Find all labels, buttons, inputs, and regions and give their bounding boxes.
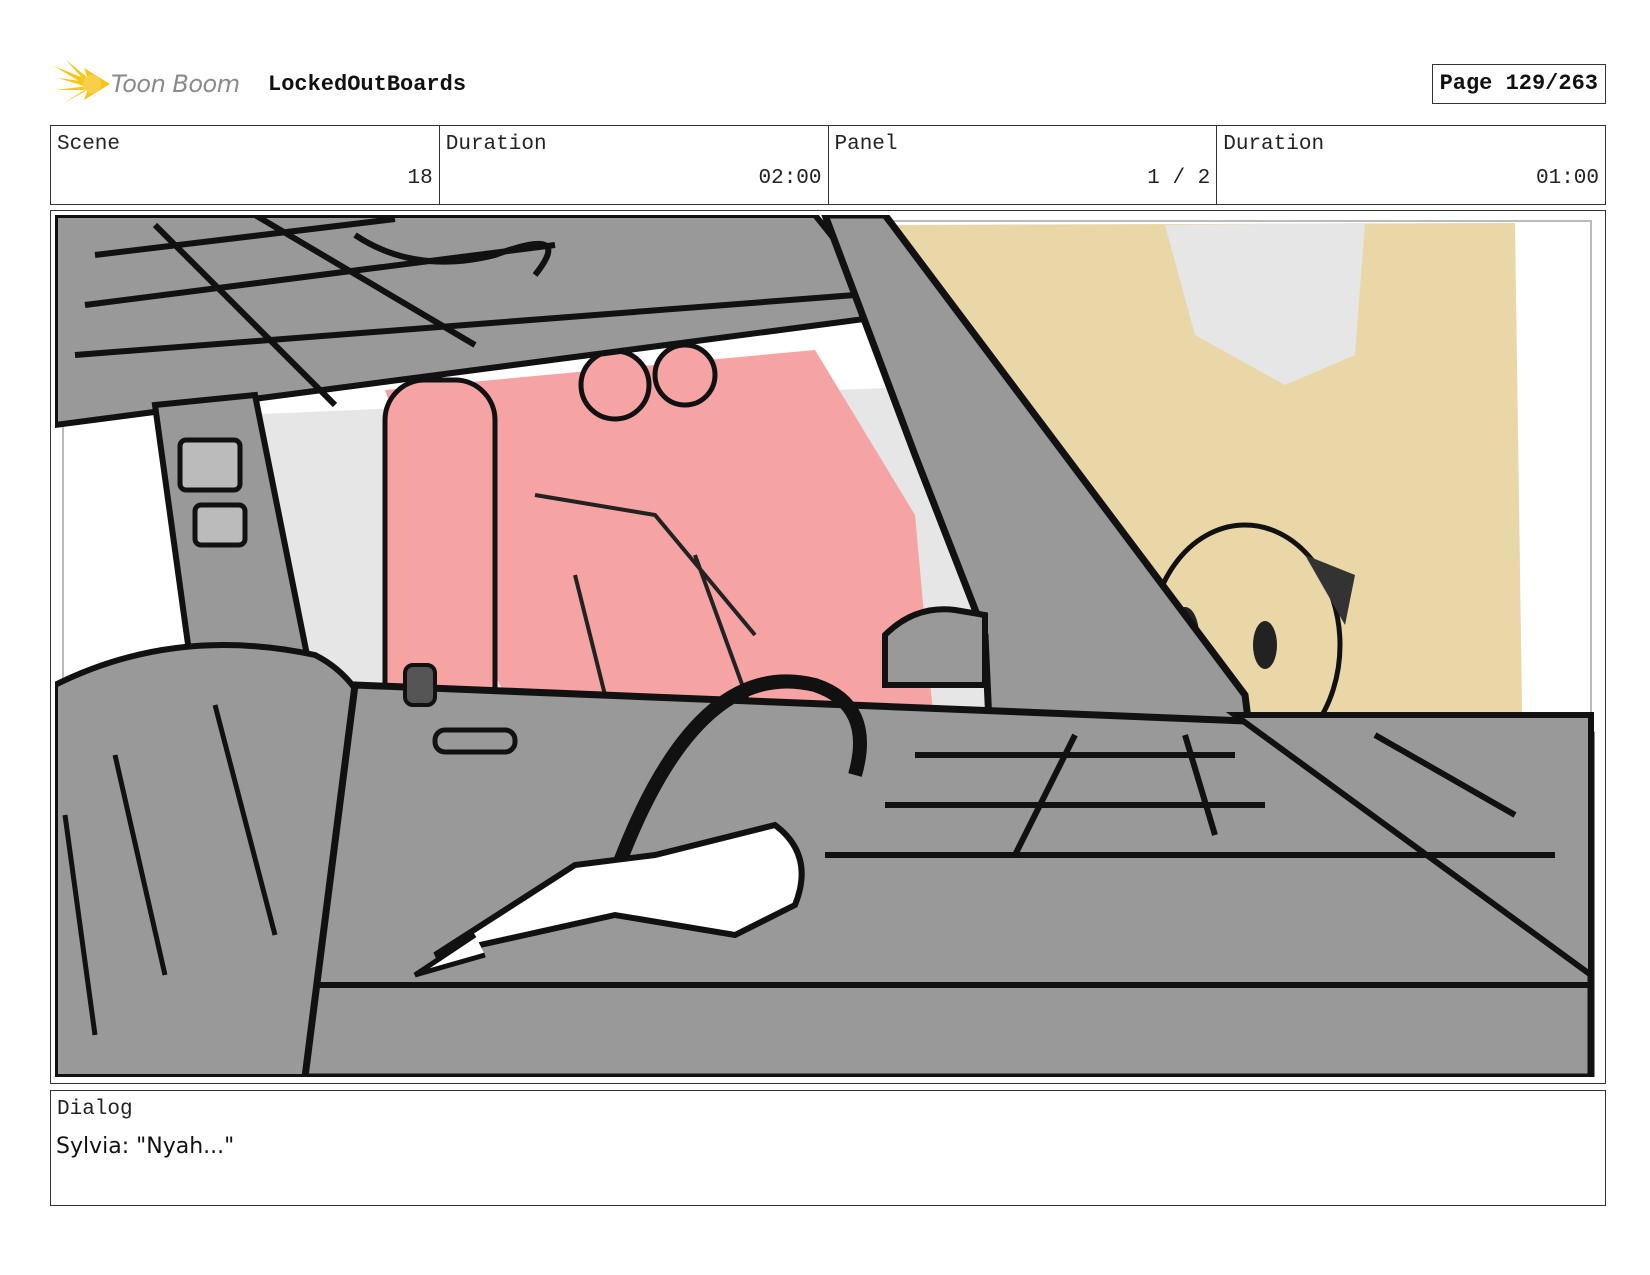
panel-value: 1 / 2 [1147,167,1211,190]
scene-value: 18 [407,167,433,190]
dialog-box: Dialog Sylvia: "Nyah..." [50,1090,1606,1206]
scene-info-table: Scene 18 Duration 02:00 Panel 1 / 2 Dura… [50,125,1606,205]
toon-boom-logo: Toon Boom [54,60,249,108]
page-header: Toon Boom LockedOutBoards Page 129/263 [50,56,1606,106]
dialog-text: Sylvia: "Nyah..." [56,1134,235,1159]
starburst-icon [54,60,110,104]
panel-duration-label: Duration [1223,133,1325,156]
logo-text: Toon Boom [111,70,240,98]
panel-duration-cell: Duration 01:00 [1217,126,1605,204]
scene-duration-label: Duration [445,133,547,156]
dialog-label: Dialog [57,1098,133,1121]
panel-cell: Panel 1 / 2 [829,126,1218,204]
panel-label: Panel [834,133,898,156]
storyboard-panel [50,210,1606,1084]
storyboard-drawing [55,215,1599,1077]
panel-duration-value: 01:00 [1535,167,1599,190]
scene-cell: Scene 18 [51,126,440,204]
scene-duration-cell: Duration 02:00 [440,126,829,204]
scene-duration-value: 02:00 [758,167,822,190]
side-mirror [882,606,988,688]
scene-label: Scene [57,133,121,156]
project-title: LockedOutBoards [268,72,467,97]
page-indicator: Page 129/263 [1431,64,1606,104]
